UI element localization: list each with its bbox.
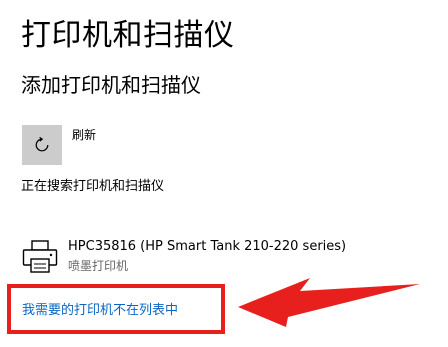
add-printers-heading: 添加打印机和扫描仪: [21, 73, 201, 97]
refresh-icon: [35, 136, 49, 152]
searching-status-text: 正在搜索打印机和扫描仪: [21, 179, 165, 194]
printer-not-listed-link[interactable]: 我需要的打印机不在列表中: [22, 302, 178, 320]
refresh-label[interactable]: 刷新: [72, 126, 96, 144]
printer-icon: [22, 240, 58, 273]
device-type: 喷墨打印机: [68, 259, 129, 273]
refresh-button[interactable]: [22, 125, 62, 165]
annotation-arrow: [238, 278, 420, 327]
page-title: 打印机和扫描仪: [21, 18, 235, 53]
printers-settings-page: 打印机和扫描仪 添加打印机和扫描仪 刷新 正在搜索打印机和扫描仪 HPC3581…: [0, 0, 448, 347]
device-name: HPC35816 (HP Smart Tank 210-220 series): [68, 239, 347, 254]
